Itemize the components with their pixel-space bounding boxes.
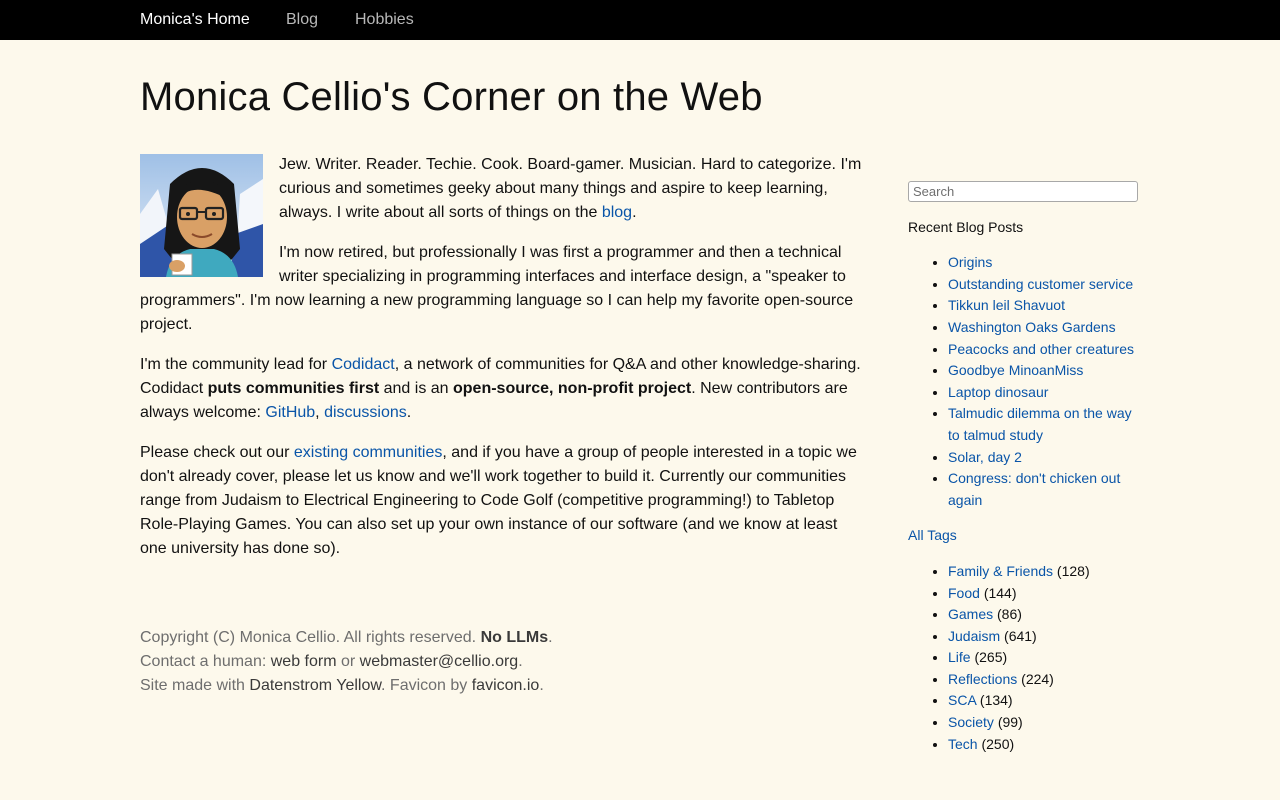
text: Copyright (C) Monica Cellio. All rights … bbox=[140, 629, 481, 646]
list-item: SCA (134) bbox=[948, 690, 1138, 712]
nav-link-hobbies[interactable]: Hobbies bbox=[355, 10, 414, 30]
emphasis-text: puts communities first bbox=[207, 380, 380, 397]
list-item: Life (265) bbox=[948, 647, 1138, 669]
tag-count: (250) bbox=[981, 735, 1015, 752]
tag-count: (86) bbox=[997, 606, 1022, 623]
credits-line: Site made with Datenstrom Yellow. Favico… bbox=[140, 674, 864, 698]
email-link[interactable]: webmaster@cellio.org bbox=[360, 653, 519, 670]
intro-text: Jew. Writer. Reader. Techie. Cook. Board… bbox=[279, 156, 862, 221]
list-item: Peacocks and other creatures bbox=[948, 339, 1138, 361]
github-link[interactable]: GitHub bbox=[265, 404, 315, 421]
tag-link[interactable]: Tech bbox=[948, 736, 978, 752]
blog-link[interactable]: blog bbox=[602, 204, 632, 221]
list-item: Outstanding customer service bbox=[948, 274, 1138, 296]
recent-post-link[interactable]: Congress: don't chicken out again bbox=[948, 470, 1120, 508]
tags-list: Family & Friends (128) Food (144) Games … bbox=[908, 561, 1138, 755]
intro-paragraph-3: I'm the community lead for Codidact, a n… bbox=[140, 353, 864, 425]
top-navigation-bar: Monica's Home Blog Hobbies bbox=[0, 0, 1280, 40]
tag-count: (224) bbox=[1021, 670, 1054, 687]
page-title: Monica Cellio's Corner on the Web bbox=[140, 75, 763, 119]
text: Site made with bbox=[140, 677, 250, 694]
list-item: Congress: don't chicken out again bbox=[948, 468, 1138, 511]
tag-link[interactable]: Family & Friends bbox=[948, 563, 1053, 579]
tag-link[interactable]: Society bbox=[948, 714, 994, 730]
existing-communities-link[interactable]: existing communities bbox=[294, 444, 443, 461]
tag-link[interactable]: Food bbox=[948, 585, 980, 601]
tag-link[interactable]: Reflections bbox=[948, 671, 1017, 687]
recent-post-link[interactable]: Origins bbox=[948, 254, 992, 270]
discussions-link[interactable]: discussions bbox=[324, 404, 407, 421]
recent-posts-list: Origins Outstanding customer service Tik… bbox=[908, 252, 1138, 511]
list-item: Judaism (641) bbox=[948, 626, 1138, 648]
no-llms-text: No LLMs bbox=[480, 629, 549, 646]
recent-posts-heading: Recent Blog Posts bbox=[908, 218, 1024, 235]
tag-count: (265) bbox=[974, 649, 1008, 666]
recent-post-link[interactable]: Peacocks and other creatures bbox=[948, 341, 1134, 357]
list-item: Tech (250) bbox=[948, 734, 1138, 756]
footer: Copyright (C) Monica Cellio. All rights … bbox=[140, 626, 864, 698]
recent-post-link[interactable]: Goodbye MinoanMiss bbox=[948, 362, 1083, 378]
list-item: Talmudic dilemma on the way to talmud st… bbox=[948, 403, 1138, 446]
list-item: Tikkun leil Shavuot bbox=[948, 295, 1138, 317]
tag-count: (144) bbox=[983, 584, 1017, 601]
avatar bbox=[140, 154, 263, 277]
favicon-io-link[interactable]: favicon.io bbox=[472, 677, 540, 694]
list-item: Society (99) bbox=[948, 712, 1138, 734]
punctuation: . bbox=[518, 653, 523, 670]
list-item: Washington Oaks Gardens bbox=[948, 317, 1138, 339]
search-input[interactable] bbox=[908, 181, 1138, 202]
text: and is an bbox=[379, 380, 453, 397]
main-content: Jew. Writer. Reader. Techie. Cook. Board… bbox=[140, 153, 864, 577]
nav-link-home[interactable]: Monica's Home bbox=[140, 10, 250, 30]
tag-count: (128) bbox=[1056, 562, 1090, 579]
sidebar: Recent Blog Posts Origins Outstanding cu… bbox=[908, 181, 1138, 755]
intro-paragraph-4: Please check out our existing communitie… bbox=[140, 441, 864, 561]
text: I'm the community lead for bbox=[140, 356, 332, 373]
recent-post-link[interactable]: Outstanding customer service bbox=[948, 276, 1133, 292]
recent-post-link[interactable]: Talmudic dilemma on the way to talmud st… bbox=[948, 405, 1132, 443]
punctuation: . bbox=[539, 677, 544, 694]
contact-line: Contact a human: web form or webmaster@c… bbox=[140, 650, 864, 674]
codidact-link[interactable]: Codidact bbox=[332, 356, 395, 373]
recent-post-link[interactable]: Tikkun leil Shavuot bbox=[948, 297, 1065, 313]
text: Please check out our bbox=[140, 444, 294, 461]
list-item: Games (86) bbox=[948, 604, 1138, 626]
emphasis-text: open-source, non-profit project bbox=[453, 380, 692, 397]
tag-count: (99) bbox=[997, 714, 1023, 731]
list-item: Reflections (224) bbox=[948, 669, 1138, 691]
list-item: Food (144) bbox=[948, 583, 1138, 605]
list-item: Laptop dinosaur bbox=[948, 382, 1138, 404]
text: , bbox=[315, 404, 325, 421]
nav-link-blog[interactable]: Blog bbox=[286, 10, 318, 30]
list-item: Solar, day 2 bbox=[948, 447, 1138, 469]
tag-link[interactable]: Life bbox=[948, 649, 971, 665]
tag-link[interactable]: Judaism bbox=[948, 628, 1000, 644]
copyright-line: Copyright (C) Monica Cellio. All rights … bbox=[140, 626, 864, 650]
list-item: Goodbye MinoanMiss bbox=[948, 360, 1138, 382]
tag-count: (134) bbox=[979, 692, 1013, 709]
text: Contact a human: bbox=[140, 653, 271, 670]
web-form-link[interactable]: web form bbox=[271, 653, 337, 670]
text: . Favicon by bbox=[381, 677, 472, 694]
tag-count: (641) bbox=[1004, 627, 1037, 644]
tag-link[interactable]: SCA bbox=[948, 692, 976, 708]
recent-post-link[interactable]: Solar, day 2 bbox=[948, 449, 1022, 465]
recent-post-link[interactable]: Washington Oaks Gardens bbox=[948, 319, 1116, 335]
datenstrom-yellow-link[interactable]: Datenstrom Yellow bbox=[249, 677, 381, 694]
text: or bbox=[336, 653, 360, 670]
tag-link[interactable]: Games bbox=[948, 606, 993, 622]
list-item: Family & Friends (128) bbox=[948, 561, 1138, 583]
punctuation: . bbox=[406, 404, 412, 421]
all-tags-link[interactable]: All Tags bbox=[908, 527, 957, 543]
punctuation: . bbox=[632, 204, 637, 221]
recent-post-link[interactable]: Laptop dinosaur bbox=[948, 384, 1048, 400]
punctuation: . bbox=[548, 629, 553, 646]
list-item: Origins bbox=[948, 252, 1138, 274]
